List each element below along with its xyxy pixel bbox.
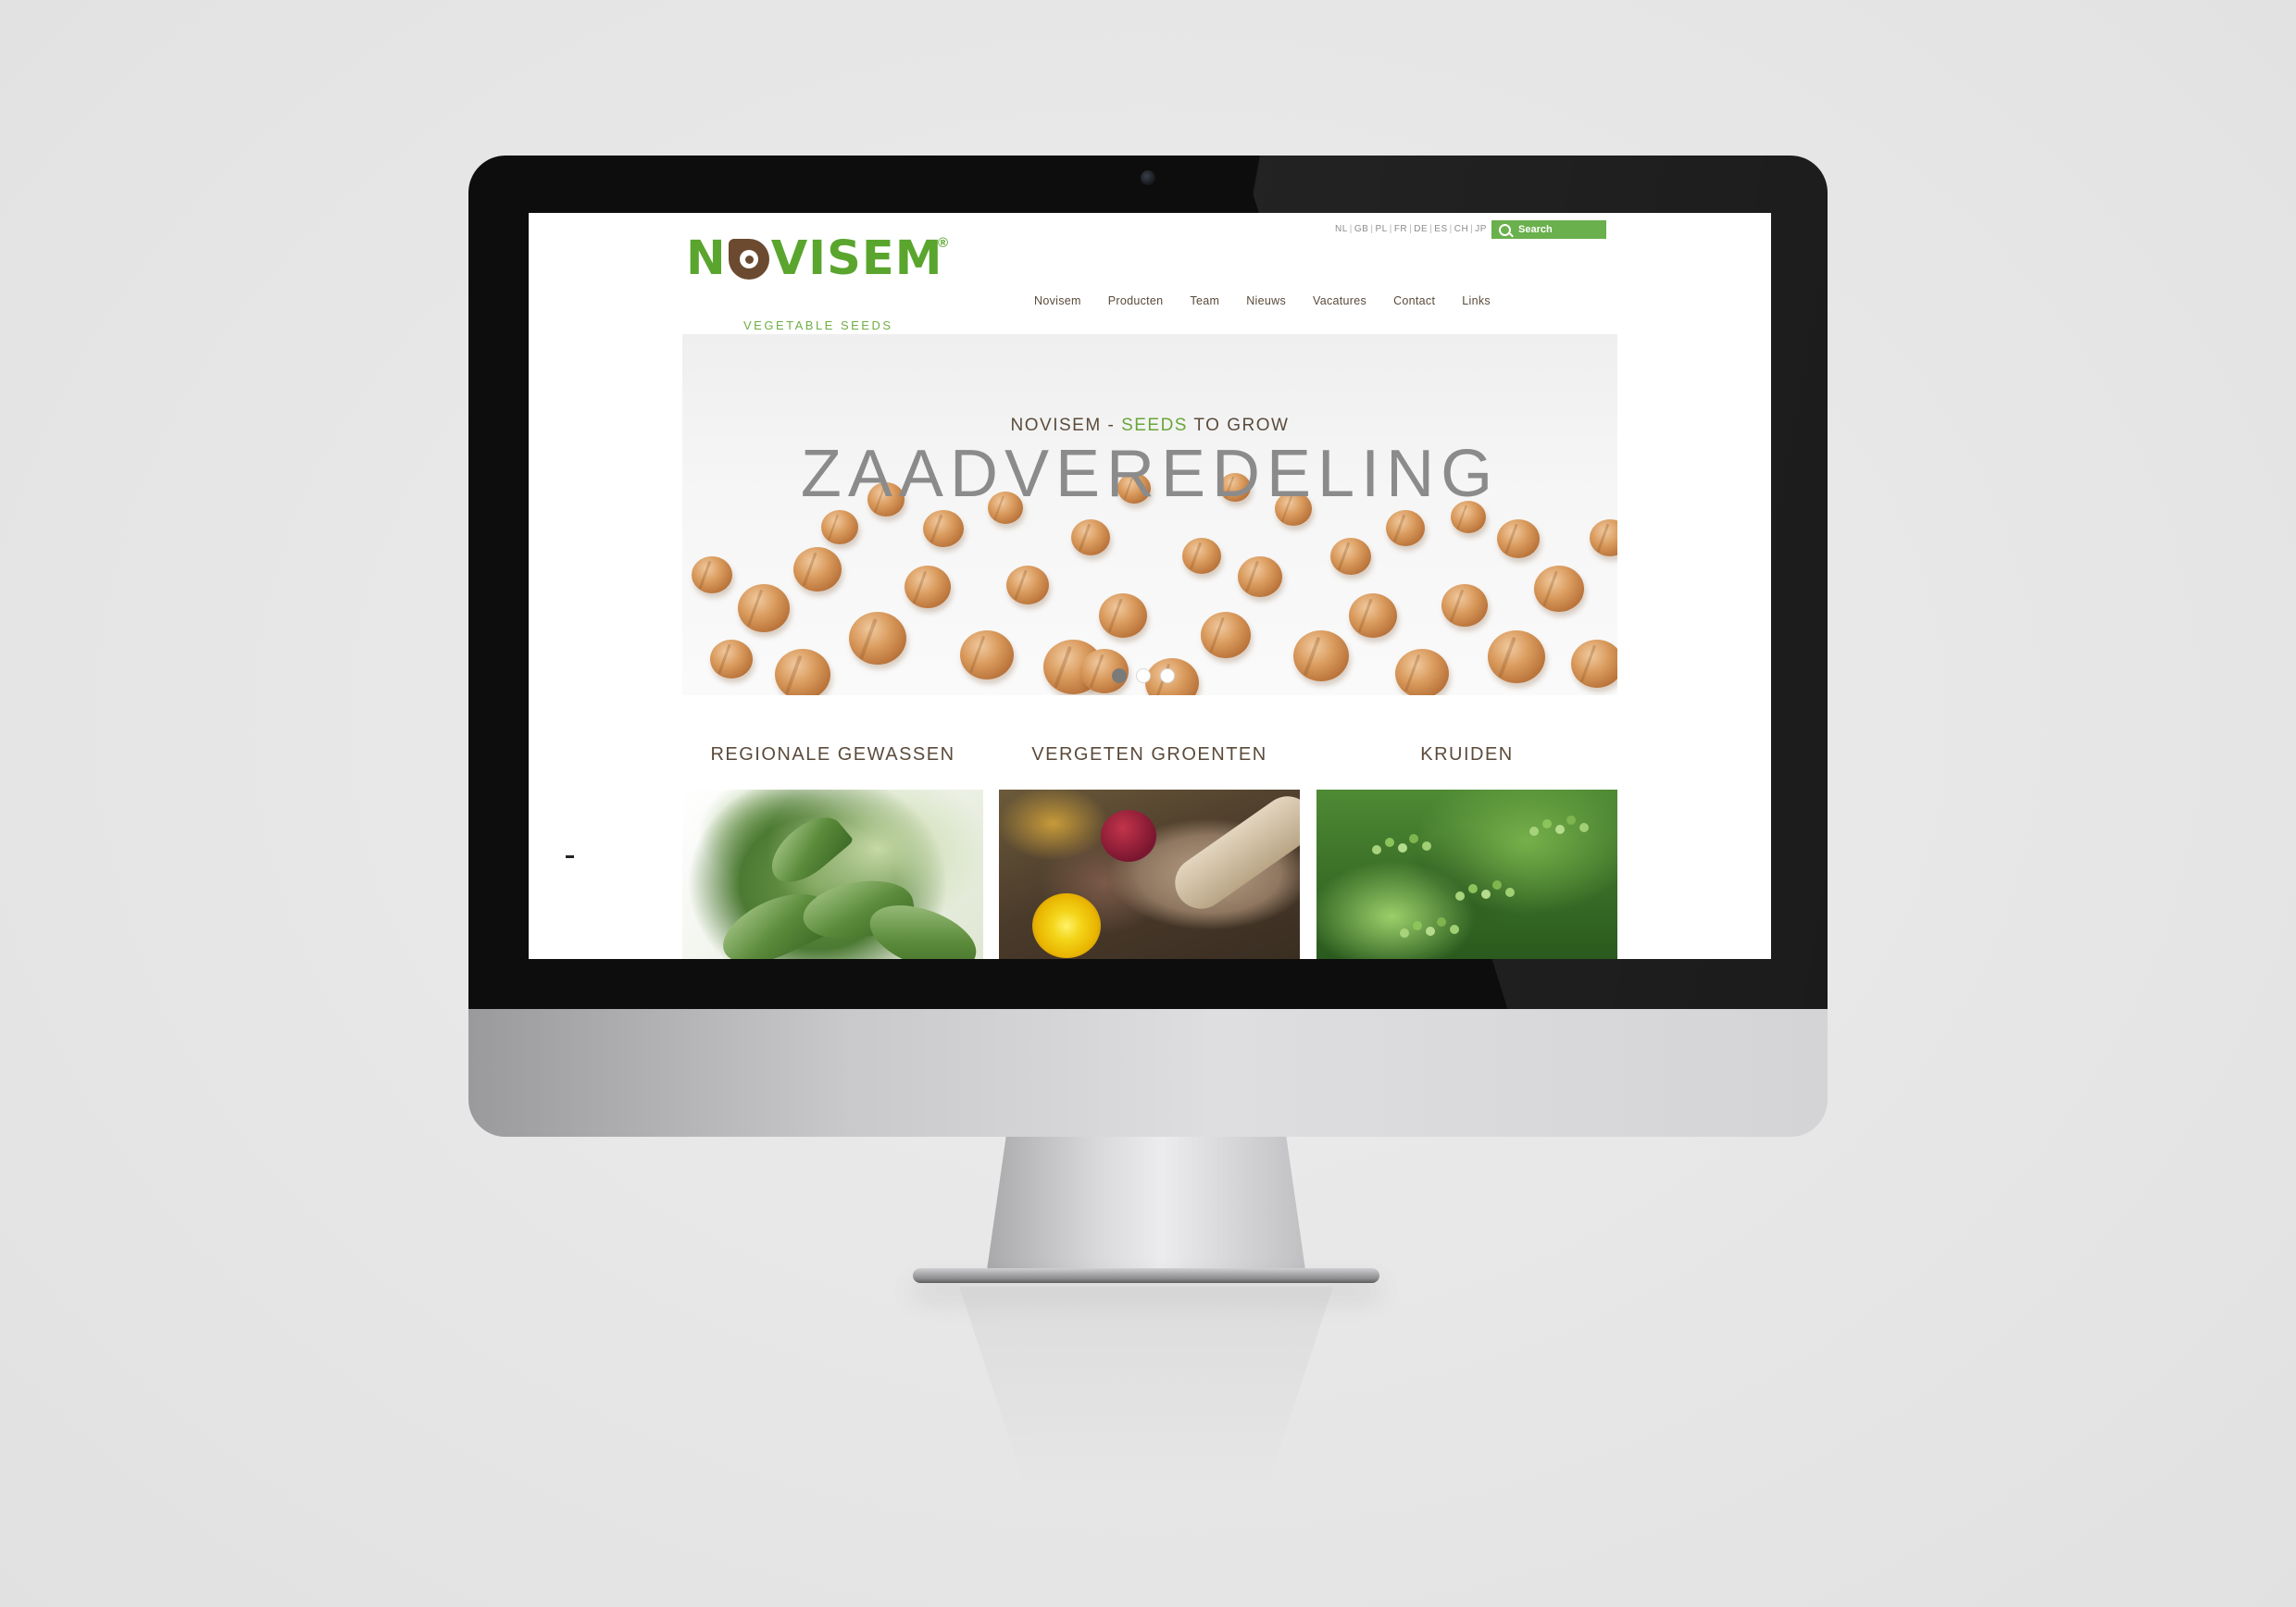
slider-dot-1[interactable]	[1112, 668, 1127, 683]
nav-producten[interactable]: Producten	[1108, 294, 1164, 307]
slider-dot-2[interactable]	[1136, 668, 1151, 683]
novisem-logo[interactable]: N VISEM ® VEGETABLE SEEDS	[686, 233, 948, 333]
monitor-mockup: N VISEM ® VEGETABLE SEEDS NL | GB | PL | FR | DE |…	[468, 156, 1828, 1137]
lang-jp[interactable]: JP	[1474, 224, 1488, 234]
logo-letter-n: N	[686, 231, 727, 286]
logo-wordmark: N VISEM	[686, 233, 942, 285]
seed-shape	[710, 640, 753, 679]
base-reflection	[959, 1287, 1333, 1490]
nav-nieuws[interactable]: Nieuws	[1246, 294, 1286, 307]
seed-shape	[1386, 510, 1425, 546]
hero-subtitle-suffix: TO GROW	[1187, 416, 1290, 435]
hero-subtitle-highlight: SEEDS	[1121, 416, 1188, 435]
category-title-vergeten-groenten[interactable]: VERGETEN GROENTEN	[999, 744, 1300, 766]
seed-shape	[1238, 556, 1282, 597]
site-header: N VISEM ® VEGETABLE SEEDS NL | GB | PL | FR | DE |…	[529, 213, 1771, 333]
seed-shape	[692, 556, 732, 593]
seed-shape	[1534, 566, 1584, 612]
seed-shape	[1201, 612, 1251, 658]
seed-shape	[1395, 649, 1449, 695]
nav-team[interactable]: Team	[1190, 294, 1219, 307]
nav-links[interactable]: Links	[1462, 294, 1491, 307]
lang-ch[interactable]: CH	[1454, 224, 1469, 234]
seed-shape	[1071, 519, 1110, 555]
seed-shape	[1330, 538, 1371, 575]
nav-vacatures[interactable]: Vacatures	[1313, 294, 1366, 307]
seed-shape	[1571, 640, 1617, 688]
seed-shape	[1099, 593, 1147, 638]
hero-slider[interactable]: NOVISEM - SEEDS TO GROW ZAADVEREDELING	[682, 334, 1617, 695]
seed-shape	[1590, 519, 1617, 556]
main-navigation: Novisem Producten Team Nieuws Vacatures …	[1034, 294, 1491, 307]
seed-shape	[923, 510, 964, 547]
seed-shape	[1293, 630, 1349, 681]
side-marker	[566, 855, 574, 858]
hero-subtitle-prefix: NOVISEM -	[1010, 416, 1122, 435]
category-title-kruiden[interactable]: KRUIDEN	[1316, 744, 1617, 766]
monitor-stand	[987, 1137, 1305, 1270]
seed-shape	[821, 510, 858, 544]
category-title-regionale-gewassen[interactable]: REGIONALE GEWASSEN	[682, 744, 983, 766]
seed-shape	[1006, 566, 1049, 604]
coriander-seeds-image	[682, 334, 1617, 695]
seed-shape	[1182, 538, 1221, 574]
lang-nl[interactable]: NL	[1334, 224, 1349, 234]
seed-logo-icon	[728, 239, 769, 280]
lang-de[interactable]: DE	[1413, 224, 1429, 234]
seed-shape	[793, 547, 842, 592]
seed-shape	[775, 649, 830, 695]
hero-title: ZAADVEREDELING	[800, 437, 1500, 511]
seed-shape	[849, 612, 906, 665]
slider-dot-3[interactable]	[1160, 668, 1175, 683]
hero-subtitle: NOVISEM - SEEDS TO GROW	[682, 416, 1617, 436]
website-screen: N VISEM ® VEGETABLE SEEDS NL | GB | PL | FR | DE |…	[529, 213, 1771, 959]
language-selector: NL | GB | PL | FR | DE | ES | CH | JP	[1334, 224, 1488, 234]
monitor-bezel: N VISEM ® VEGETABLE SEEDS NL | GB | PL | FR | DE |…	[468, 156, 1828, 1009]
seed-shape	[738, 584, 790, 632]
seed-shape	[1441, 584, 1488, 627]
seed-shape	[1488, 630, 1545, 683]
nav-novisem[interactable]: Novisem	[1034, 294, 1081, 307]
root-vegetables-image[interactable]	[999, 790, 1300, 959]
logo-letters: VISEM	[770, 231, 943, 286]
seed-shape	[1349, 593, 1397, 638]
lang-fr[interactable]: FR	[1393, 224, 1408, 234]
nav-contact[interactable]: Contact	[1393, 294, 1435, 307]
search-bar	[1491, 220, 1606, 239]
monitor-base	[913, 1268, 1379, 1283]
camera-icon	[1141, 170, 1155, 185]
lang-pl[interactable]: PL	[1374, 224, 1388, 234]
lang-es[interactable]: ES	[1433, 224, 1448, 234]
logo-tagline: VEGETABLE SEEDS	[743, 318, 893, 332]
search-input[interactable]	[1518, 224, 1602, 235]
search-icon[interactable]	[1499, 223, 1511, 236]
slider-pagination	[1112, 668, 1175, 683]
seed-shape	[960, 630, 1014, 679]
herbs-image[interactable]	[1316, 790, 1617, 959]
seed-shape	[1497, 519, 1540, 558]
registered-mark: ®	[938, 235, 949, 251]
monitor-chin	[468, 1009, 1828, 1137]
artichoke-image[interactable]	[682, 790, 983, 959]
seed-shape	[905, 566, 951, 608]
lang-gb[interactable]: GB	[1354, 224, 1369, 234]
